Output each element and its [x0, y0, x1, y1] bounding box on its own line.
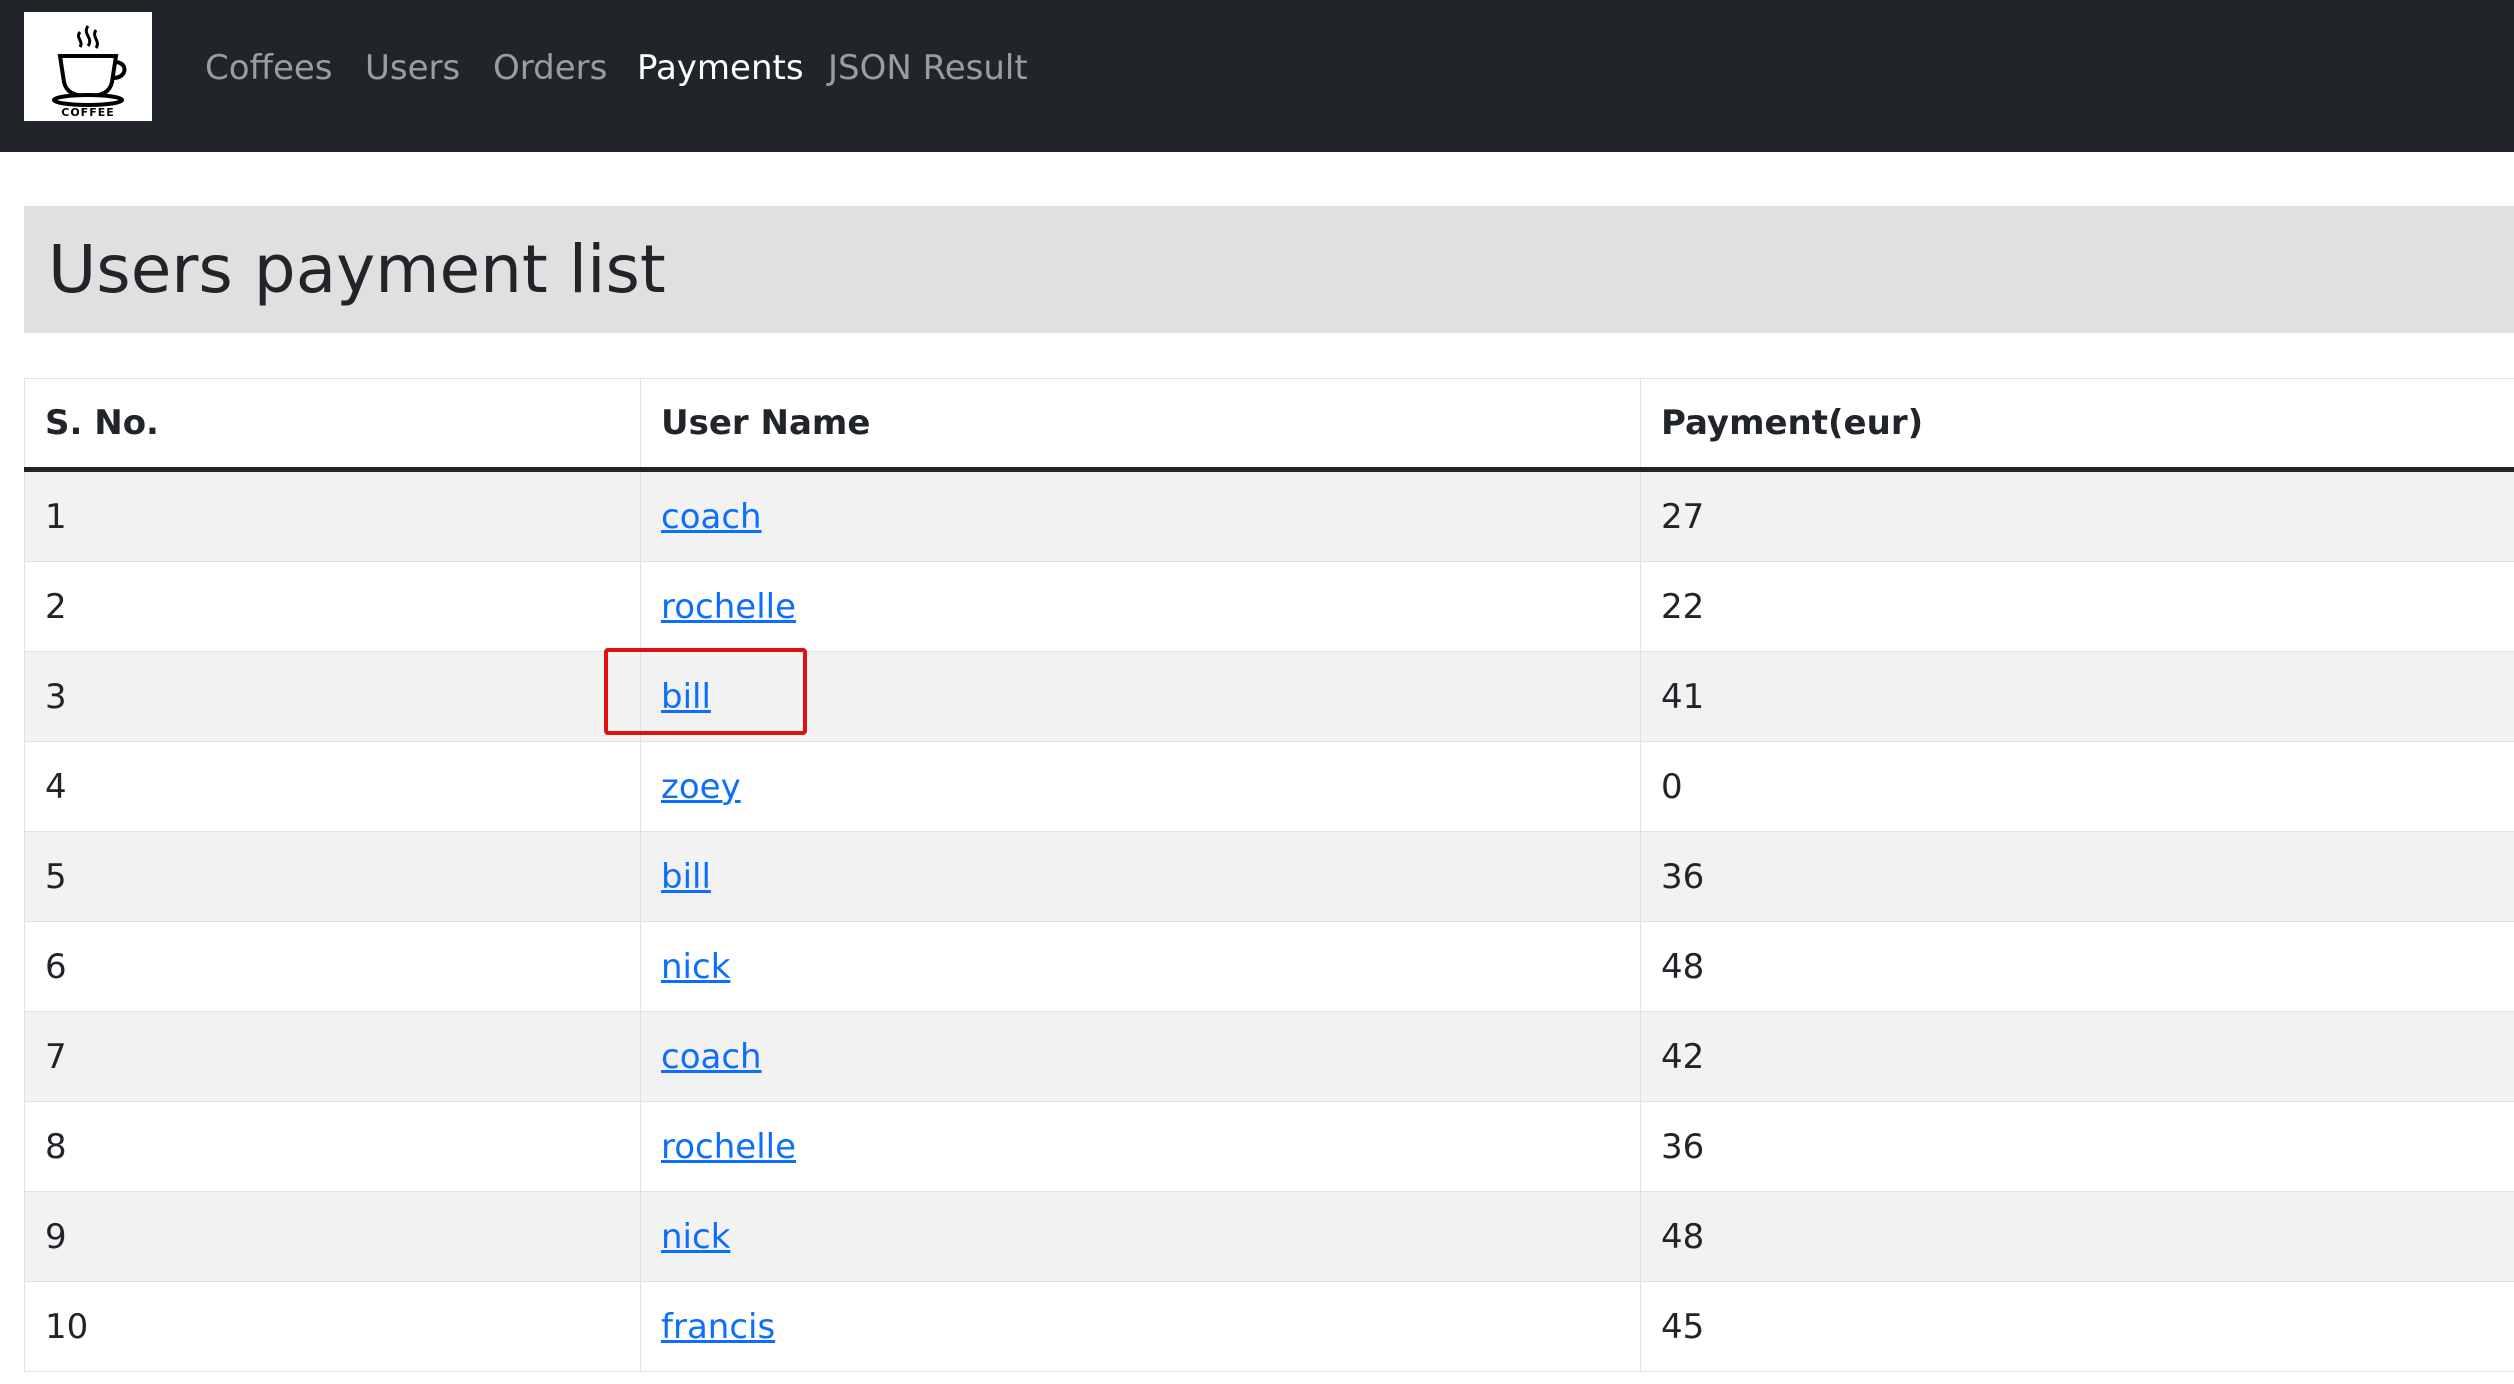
cell-payment: 22 — [1640, 561, 2514, 652]
table-row: 3 bill 41 — [24, 651, 2514, 742]
cell-user-name: bill — [640, 651, 1641, 742]
payments-table-container: S. No. User Name Payment(eur) 1 coach 27 2 r… — [24, 378, 2514, 1372]
coffee-cup-icon — [52, 25, 127, 107]
cell-payment: 42 — [1640, 1011, 2514, 1102]
cell-sno: 9 — [24, 1191, 641, 1282]
cell-user-name: rochelle — [640, 1101, 1641, 1192]
table-row: 6 nick 48 — [24, 921, 2514, 1012]
table-row: 2 rochelle 22 — [24, 561, 2514, 652]
nav-link-orders[interactable]: Orders — [493, 48, 607, 88]
user-link[interactable]: zoey — [661, 767, 741, 807]
cell-payment: 36 — [1640, 831, 2514, 922]
user-link[interactable]: bill — [661, 857, 711, 897]
cell-sno: 8 — [24, 1101, 641, 1192]
nav-link-payments[interactable]: Payments — [637, 48, 804, 88]
cell-payment: 27 — [1640, 469, 2514, 562]
cell-user-name: rochelle — [640, 561, 1641, 652]
user-link[interactable]: rochelle — [661, 1127, 796, 1167]
user-link[interactable]: coach — [661, 497, 762, 537]
user-link[interactable]: rochelle — [661, 587, 796, 627]
column-header-payment: Payment(eur) — [1640, 378, 2514, 472]
nav-link-json-result[interactable]: JSON Result — [828, 48, 1028, 88]
cell-sno: 3 — [24, 651, 641, 742]
table-row: 10 francis 45 — [24, 1281, 2514, 1372]
table-row: 7 coach 42 — [24, 1011, 2514, 1102]
table-row: 4 zoey 0 — [24, 741, 2514, 832]
payments-table: S. No. User Name Payment(eur) 1 coach 27 2 r… — [24, 378, 2514, 1372]
table-row: 1 coach 27 — [24, 469, 2514, 562]
table-row: 5 bill 36 — [24, 831, 2514, 922]
nav-link-coffees[interactable]: Coffees — [205, 48, 333, 88]
table-row: 8 rochelle 36 — [24, 1101, 2514, 1192]
cell-user-name: bill — [640, 831, 1641, 922]
table-header-row: S. No. User Name Payment(eur) — [24, 378, 2514, 472]
cell-sno: 5 — [24, 831, 641, 922]
nav-link-users[interactable]: Users — [365, 48, 460, 88]
cell-sno: 6 — [24, 921, 641, 1012]
cell-sno: 7 — [24, 1011, 641, 1102]
page-title: Users payment list — [48, 231, 666, 308]
column-header-user-name: User Name — [640, 378, 1641, 472]
column-header-sno: S. No. — [24, 378, 641, 472]
logo-text: COFFEE — [61, 106, 115, 119]
user-link[interactable]: nick — [661, 1217, 730, 1257]
cell-user-name: nick — [640, 1191, 1641, 1282]
user-link[interactable]: bill — [661, 677, 711, 717]
cell-user-name: nick — [640, 921, 1641, 1012]
table-row: 9 nick 48 — [24, 1191, 2514, 1282]
user-link[interactable]: coach — [661, 1037, 762, 1077]
cell-sno: 10 — [24, 1281, 641, 1372]
cell-payment: 45 — [1640, 1281, 2514, 1372]
navbar: COFFEE Coffees Users Orders Payments JSO… — [0, 0, 2514, 152]
user-link[interactable]: nick — [661, 947, 730, 987]
cell-user-name: zoey — [640, 741, 1641, 832]
cell-sno: 1 — [24, 469, 641, 562]
cell-user-name: francis — [640, 1281, 1641, 1372]
cell-sno: 4 — [24, 741, 641, 832]
user-link[interactable]: francis — [661, 1307, 775, 1347]
cell-payment: 48 — [1640, 1191, 2514, 1282]
page-header: Users payment list — [24, 206, 2514, 333]
cell-user-name: coach — [640, 1011, 1641, 1102]
cell-payment: 48 — [1640, 921, 2514, 1012]
cell-payment: 36 — [1640, 1101, 2514, 1192]
cell-sno: 2 — [24, 561, 641, 652]
cell-user-name: coach — [640, 469, 1641, 562]
cell-payment: 0 — [1640, 741, 2514, 832]
brand-logo[interactable]: COFFEE — [24, 12, 152, 121]
table-body: 1 coach 27 2 rochelle 22 3 bill 41 4 zoey 0 5 bill 36 6… — [24, 469, 2514, 1372]
cell-payment: 41 — [1640, 651, 2514, 742]
